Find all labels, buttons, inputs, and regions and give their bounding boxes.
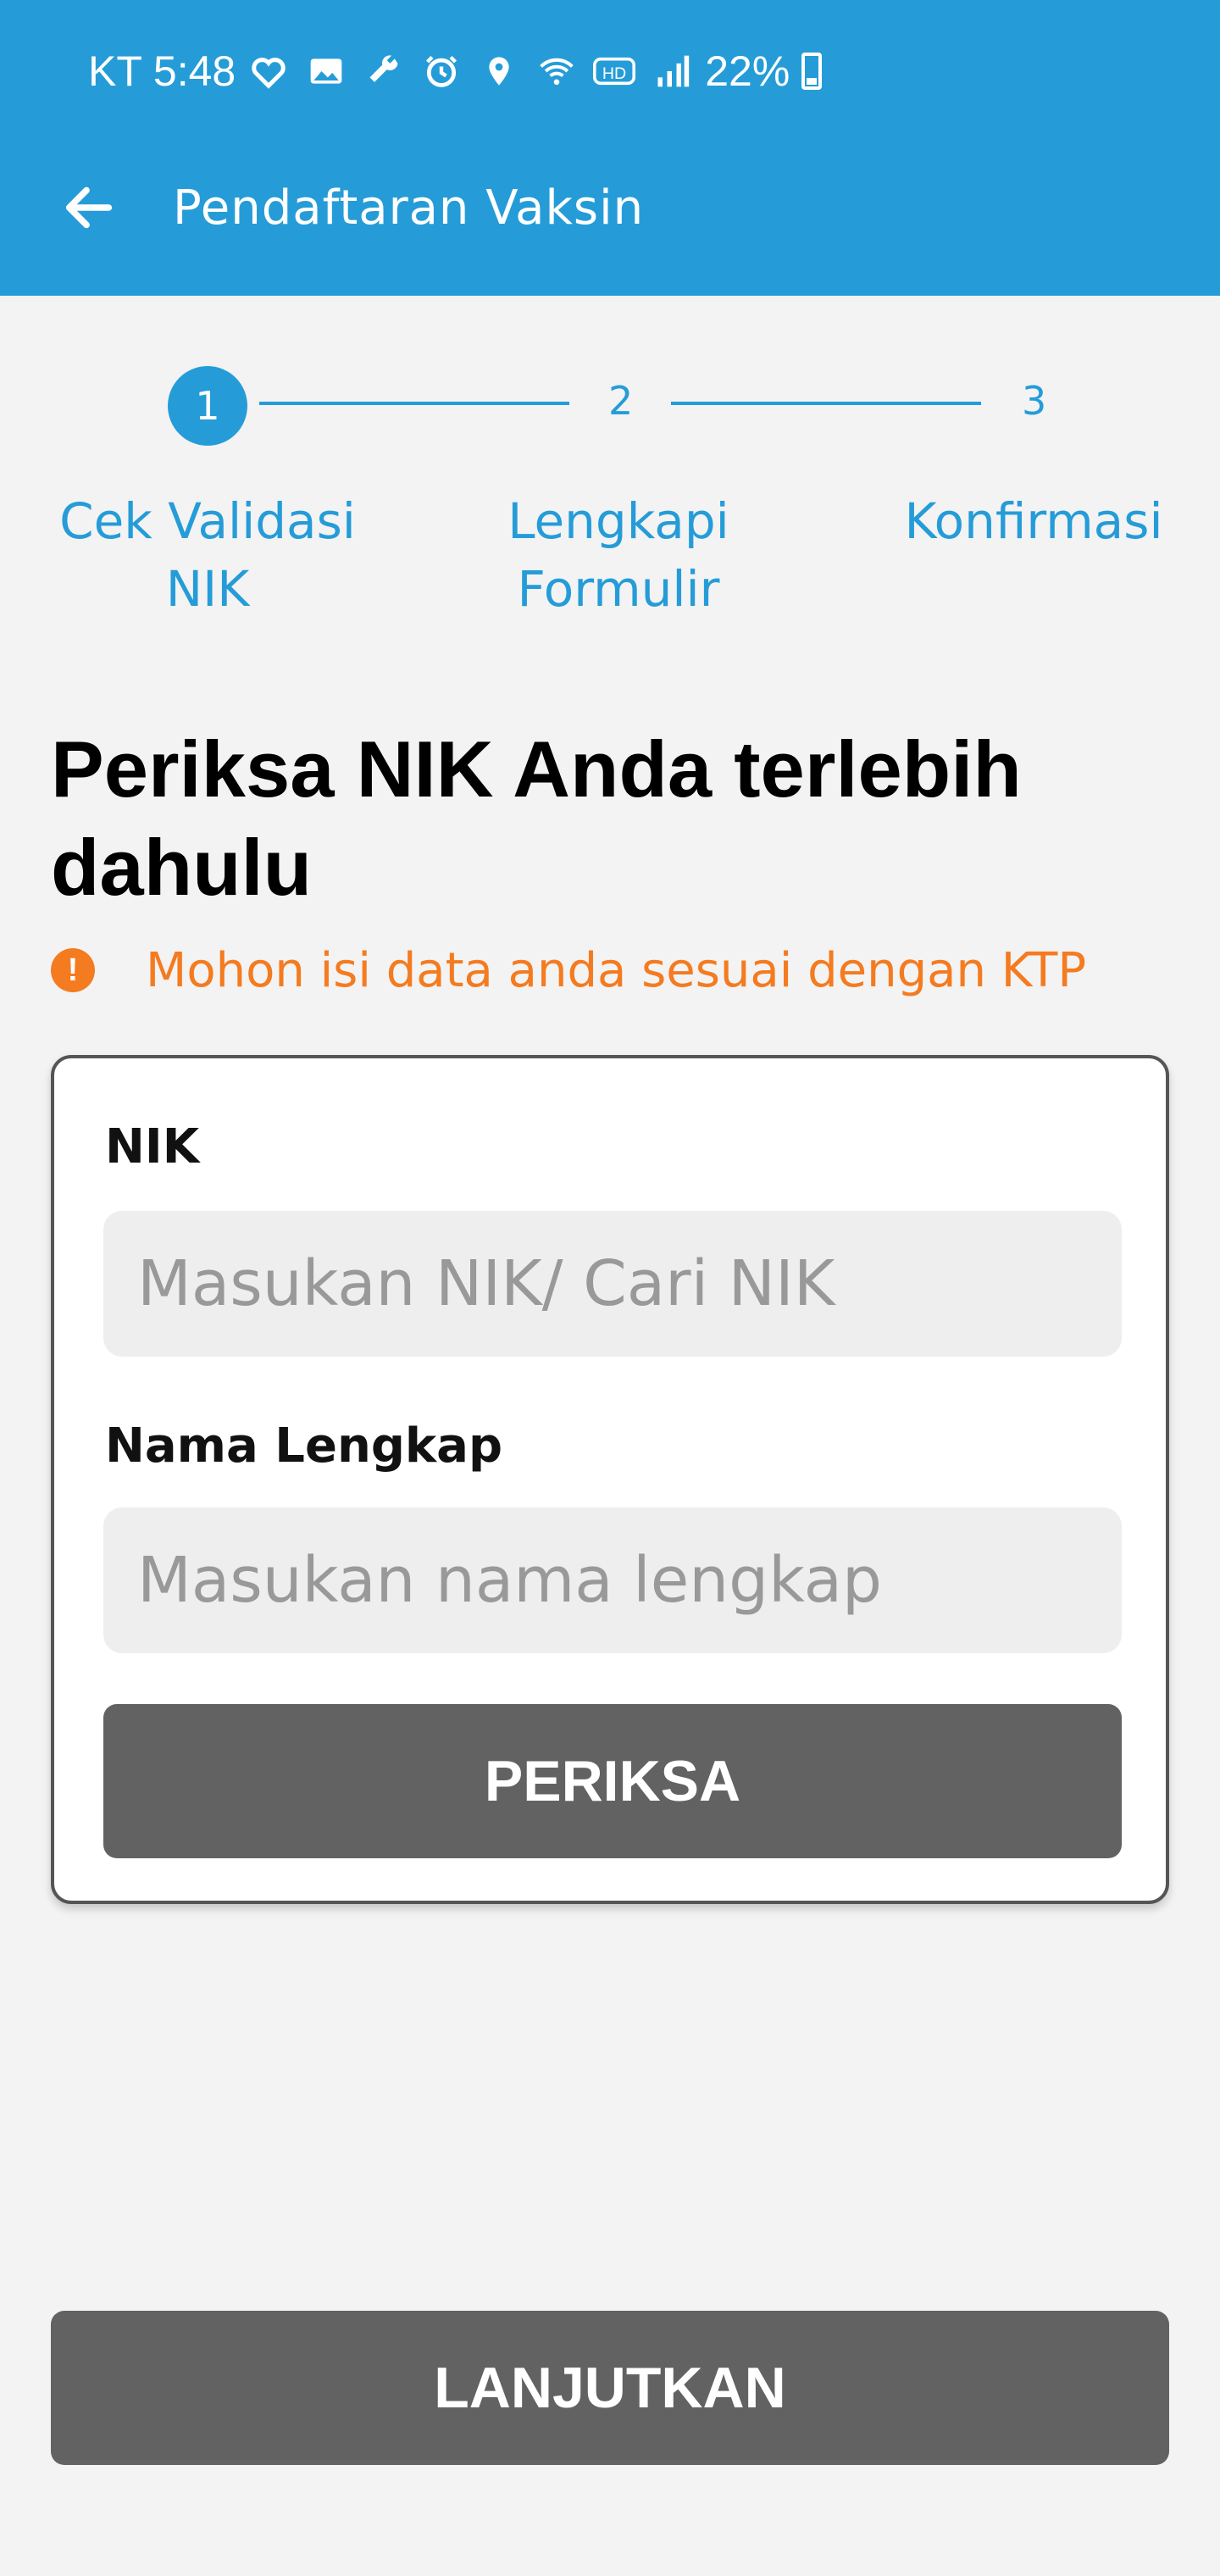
- step-3-number: 3: [1022, 378, 1047, 424]
- wifi-icon: [535, 50, 578, 92]
- step-connector-2: [671, 402, 981, 405]
- hd-icon: HD: [593, 50, 636, 92]
- notice-text: Mohon isi data anda sesuai dengan KTP: [146, 942, 1087, 998]
- arrow-left-icon: [65, 186, 113, 229]
- wrench-icon: [363, 50, 405, 92]
- continue-button[interactable]: LANJUTKAN: [51, 2311, 1169, 2465]
- ktp-notice: ! Mohon isi data anda sesuai dengan KTP: [51, 936, 1086, 1004]
- battery-percentage: 22%: [705, 47, 790, 95]
- step-2-number: 2: [608, 378, 634, 424]
- section-heading: Periksa NIK Anda terlebih dahulu: [51, 724, 1022, 912]
- check-button[interactable]: PERIKSA: [103, 1704, 1122, 1858]
- full-name-label: Nama Lengkap: [105, 1418, 503, 1474]
- back-button[interactable]: [42, 161, 136, 254]
- status-icons: HD: [247, 50, 693, 92]
- location-icon: [478, 50, 520, 92]
- step-connector-1: [259, 402, 569, 405]
- status-carrier-time: KT 5:48: [88, 47, 236, 95]
- nik-input[interactable]: [103, 1211, 1122, 1357]
- step-3-label: Konfirmasi: [904, 492, 1163, 550]
- battery-icon: [801, 53, 823, 90]
- app-bar: KT 5:48 HD 22% Pendaftaran Vaksin: [0, 0, 1220, 296]
- image-icon: [305, 50, 347, 92]
- step-1-indicator: 1: [168, 366, 247, 446]
- info-icon: !: [51, 948, 95, 992]
- signal-icon: [651, 50, 693, 92]
- alarm-icon: [420, 50, 463, 92]
- nik-label: NIK: [105, 1119, 200, 1174]
- toolbar: Pendaftaran Vaksin: [0, 161, 1220, 254]
- nik-check-card: NIK Nama Lengkap PERIKSA: [51, 1055, 1169, 1904]
- page-title: Pendaftaran Vaksin: [173, 180, 645, 236]
- heart-icon: [247, 50, 290, 92]
- full-name-input[interactable]: [103, 1507, 1122, 1653]
- status-bar: KT 5:48 HD 22%: [88, 44, 823, 98]
- svg-text:HD: HD: [602, 64, 626, 83]
- step-1-label: Cek Validasi NIK: [59, 492, 356, 618]
- step-1-number: 1: [195, 383, 220, 429]
- step-2-label: Lengkapi Formulir: [507, 492, 729, 618]
